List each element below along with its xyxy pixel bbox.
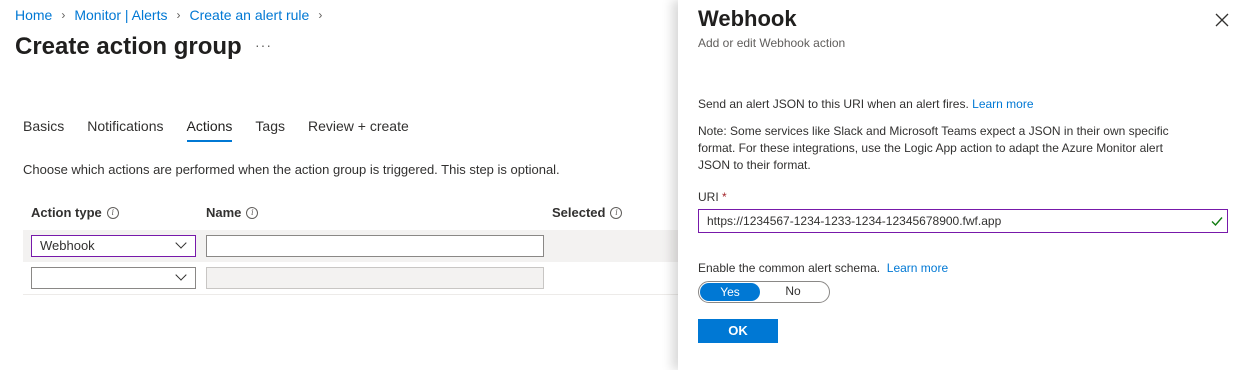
column-header-label: Action type (31, 205, 102, 220)
tab-tags[interactable]: Tags (255, 118, 285, 140)
note-line: JSON to their format. (698, 158, 811, 172)
breadcrumb-home[interactable]: Home (15, 7, 52, 23)
schema-learn-more-link[interactable]: Learn more (887, 261, 948, 275)
wizard-tabs: Basics Notifications Actions Tags Review… (23, 118, 432, 142)
info-icon[interactable]: i (610, 206, 623, 219)
tab-notifications[interactable]: Notifications (87, 118, 163, 140)
uri-input[interactable]: https://1234567-1234-1233-1234-123456789… (698, 209, 1228, 233)
close-icon (1215, 13, 1229, 27)
common-schema-label: Enable the common alert schema. Learn mo… (698, 261, 948, 275)
close-button[interactable] (1212, 10, 1232, 30)
ok-button[interactable]: OK (698, 319, 778, 343)
panel-subtitle: Add or edit Webhook action (698, 36, 846, 50)
column-header-action-type: Action type i (31, 205, 119, 220)
create-action-group-page: Home › Monitor | Alerts › Create an aler… (0, 0, 678, 370)
action-name-input[interactable] (206, 235, 544, 257)
webhook-panel: Webhook Add or edit Webhook action Send … (678, 0, 1244, 370)
column-header-name: Name i (206, 205, 259, 220)
note-line: format. For these integrations, use the … (698, 141, 1163, 155)
chevron-right-icon: › (318, 8, 323, 22)
tab-actions[interactable]: Actions (186, 118, 232, 142)
action-name-input (206, 267, 544, 289)
send-json-text: Send an alert JSON to this URI when an a… (698, 96, 1034, 113)
breadcrumb: Home › Monitor | Alerts › Create an aler… (15, 7, 331, 23)
actions-description: Choose which actions are performed when … (23, 162, 560, 177)
info-icon[interactable]: i (246, 206, 259, 219)
toggle-no-option[interactable]: No (761, 282, 825, 302)
uri-label: URI * (698, 190, 727, 204)
common-schema-toggle: Yes No (698, 281, 830, 303)
panel-title: Webhook (698, 6, 797, 31)
tab-review-create[interactable]: Review + create (308, 118, 409, 140)
chevron-right-icon: › (61, 8, 66, 22)
learn-more-link[interactable]: Learn more (972, 97, 1033, 111)
tab-basics[interactable]: Basics (23, 118, 64, 140)
chevron-right-icon: › (176, 8, 181, 22)
send-json-label: Send an alert JSON to this URI when an a… (698, 97, 969, 111)
uri-label-text: URI (698, 190, 719, 204)
breadcrumb-create-alert-rule[interactable]: Create an alert rule (189, 7, 309, 23)
breadcrumb-monitor-alerts[interactable]: Monitor | Alerts (74, 7, 167, 23)
dropdown-value: Webhook (40, 238, 95, 253)
uri-value: https://1234567-1234-1233-1234-123456789… (707, 214, 1002, 228)
checkmark-icon (1211, 217, 1223, 227)
page-title: Create action group (15, 33, 242, 60)
toggle-yes-option[interactable]: Yes (700, 283, 760, 301)
chevron-down-icon (175, 237, 187, 249)
note-line: Note: Some services like Slack and Micro… (698, 124, 1169, 138)
action-type-dropdown[interactable]: Webhook (31, 235, 196, 257)
column-header-label: Name (206, 205, 242, 220)
info-icon[interactable]: i (106, 206, 119, 219)
chevron-down-icon (175, 269, 187, 281)
common-schema-text: Enable the common alert schema. (698, 261, 881, 275)
column-header-label: Selected (552, 205, 606, 220)
note-text: Note: Some services like Slack and Micro… (698, 123, 1169, 174)
column-header-selected: Selected i (552, 205, 623, 220)
more-options-icon[interactable]: ··· (255, 37, 272, 53)
required-indicator: * (722, 190, 727, 204)
action-type-dropdown[interactable] (31, 267, 196, 289)
